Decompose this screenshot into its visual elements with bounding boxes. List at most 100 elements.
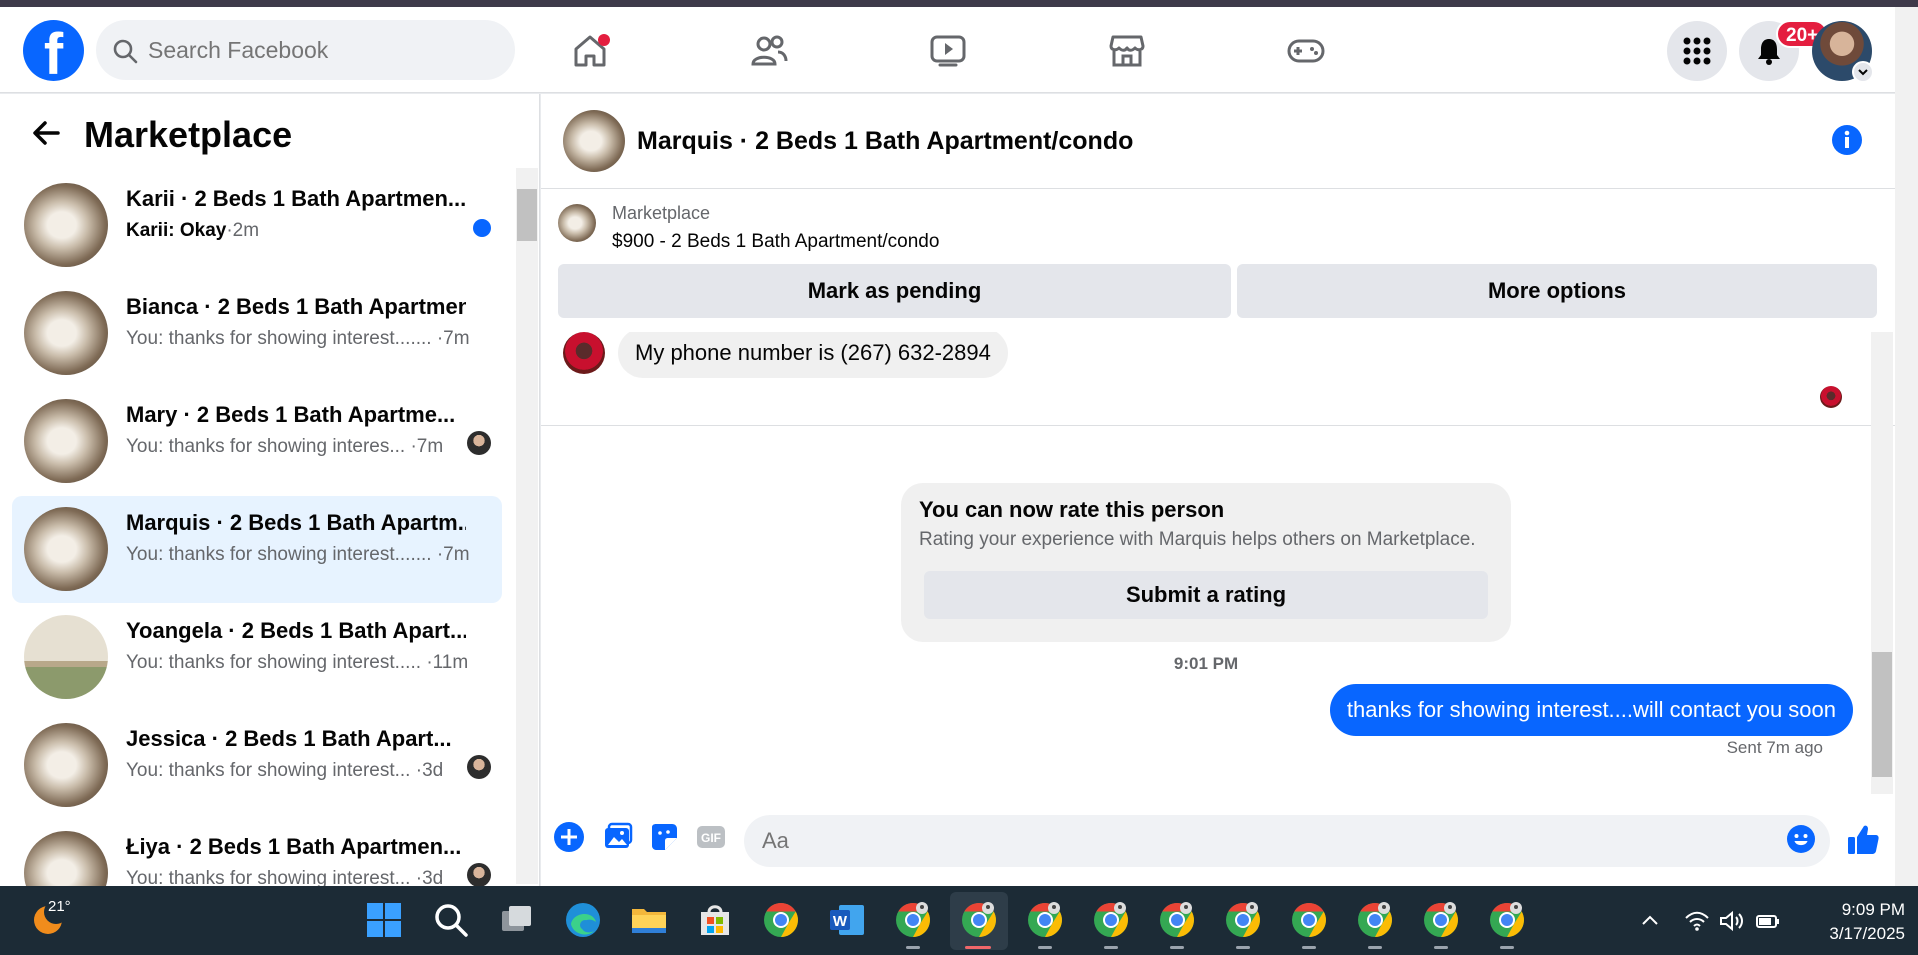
gaming-icon — [1287, 39, 1325, 63]
plus-icon[interactable] — [552, 820, 586, 854]
volume-icon[interactable] — [1719, 910, 1745, 932]
battery-icon[interactable] — [1755, 910, 1781, 932]
chevron-up-icon[interactable] — [1640, 911, 1660, 931]
preview-time: ·3d — [415, 868, 444, 886]
nav-friends[interactable] — [724, 22, 814, 80]
chat-scroll-thumb[interactable] — [1872, 652, 1892, 777]
message-timestamp: 9:01 PM — [1173, 654, 1239, 673]
chrome-profile-icon[interactable] — [1223, 900, 1263, 940]
preview-sender: Karii: — [126, 220, 175, 241]
taskbar-open-indicator — [1500, 946, 1514, 949]
preview-text: You: thanks for showing interest..... — [126, 652, 422, 673]
preview-text: You: thanks for showing interest....... — [126, 544, 432, 565]
conversation-title: Karii · 2 Beds 1 Bath Apartmen... — [126, 186, 466, 211]
chat-header: Marquis · 2 Beds 1 Bath Apartment/condo — [541, 94, 1895, 189]
preview-time: ·7m — [410, 436, 444, 457]
thumbs-up-icon[interactable] — [1845, 822, 1881, 858]
chrome-profile-icon[interactable] — [1355, 900, 1395, 940]
chrome-profile-icon[interactable] — [1091, 900, 1131, 940]
taskbar-open-indicator — [1104, 946, 1118, 949]
menu-button[interactable] — [1667, 21, 1727, 81]
sender-avatar — [563, 332, 605, 374]
message-thread: My phone number is (267) 632-2894 You ca… — [541, 332, 1871, 794]
search-icon[interactable] — [431, 900, 471, 940]
taskbar-open-indicator — [1038, 946, 1052, 949]
sidebar-scroll-thumb[interactable] — [517, 189, 537, 241]
rating-title: You can now rate this person — [919, 497, 1225, 522]
sidebar-scrollbar[interactable] — [516, 168, 538, 884]
sticker-icon[interactable] — [647, 820, 681, 854]
conversation-preview: You: thanks for showing interest..... ·1… — [126, 652, 496, 674]
account-menu-button[interactable] — [1852, 61, 1874, 83]
chrome-profile-icon[interactable] — [1421, 900, 1461, 940]
chat-avatar[interactable] — [563, 110, 625, 172]
chrome-profile-icon[interactable] — [959, 900, 999, 940]
read-receipt-avatar — [1820, 386, 1842, 408]
conversation-item[interactable]: Mary · 2 Beds 1 Bath Apartme... You: tha… — [12, 388, 502, 495]
search-input[interactable] — [148, 20, 498, 80]
listing-thumbnail[interactable] — [558, 204, 596, 242]
listing-thumbnail — [24, 723, 108, 807]
conversation-item[interactable]: Yoangela · 2 Beds 1 Bath Apart... You: t… — [12, 604, 502, 711]
rating-description: Rating your experience with Marquis help… — [919, 529, 1476, 550]
microsoft-store-icon[interactable] — [695, 900, 735, 940]
gif-icon[interactable]: GIF — [694, 820, 728, 854]
nav-gaming[interactable] — [1261, 22, 1351, 80]
listing-thumbnail — [24, 507, 108, 591]
conversation-item[interactable]: Łiya · 2 Beds 1 Bath Apartmen... You: th… — [12, 820, 502, 886]
chrome-profile-icon[interactable] — [1157, 900, 1197, 940]
seen-avatar — [467, 755, 491, 779]
preview-text: You: thanks for showing interes... — [126, 436, 406, 457]
word-icon[interactable]: W — [827, 900, 867, 940]
wifi-icon[interactable] — [1684, 910, 1710, 932]
taskbar-open-indicator — [1236, 946, 1250, 949]
clock-time[interactable]: 9:09 PM — [1831, 900, 1905, 920]
taskbar-open-indicator — [1368, 946, 1382, 949]
message-composer: GIF — [541, 794, 1895, 886]
chrome-profile-icon[interactable] — [1487, 900, 1527, 940]
nav-home[interactable] — [545, 22, 635, 80]
chrome-profile-icon[interactable] — [893, 900, 933, 940]
windows-start-icon[interactable] — [364, 900, 404, 940]
chevron-down-icon — [1858, 69, 1868, 76]
preview-text: You: thanks for showing interest... — [126, 868, 411, 886]
task-view-icon[interactable] — [497, 900, 537, 940]
conversation-title: Mary · 2 Beds 1 Bath Apartme... — [126, 402, 456, 427]
nav-marketplace[interactable] — [1082, 22, 1172, 80]
nav-watch[interactable] — [903, 22, 993, 80]
conversation-preview: You: thanks for showing interest... ·3d — [126, 868, 496, 886]
clock-date[interactable]: 3/17/2025 — [1811, 924, 1905, 944]
submit-rating-button[interactable]: Submit a rating — [924, 571, 1488, 619]
conversation-item[interactable]: Karii · 2 Beds 1 Bath Apartmen... Karii:… — [12, 172, 502, 279]
chat-title[interactable]: Marquis · 2 Beds 1 Bath Apartment/condo — [637, 127, 1133, 156]
marketplace-icon — [1109, 35, 1145, 67]
more-options-button[interactable]: More options — [1237, 264, 1877, 318]
chrome-icon[interactable] — [761, 900, 801, 940]
message-input[interactable] — [744, 815, 1830, 867]
conversation-item[interactable]: Jessica · 2 Beds 1 Bath Apart... You: th… — [12, 712, 502, 819]
conversation-preview: Karii: Okay·2m — [126, 220, 496, 242]
listing-price-title[interactable]: $900 - 2 Beds 1 Bath Apartment/condo — [612, 231, 939, 253]
conversation-title: Jessica · 2 Beds 1 Bath Apart... — [126, 726, 452, 751]
conversation-title: Łiya · 2 Beds 1 Bath Apartmen... — [126, 834, 462, 859]
back-arrow-icon[interactable] — [30, 116, 64, 150]
chrome-profile-icon[interactable] — [1025, 900, 1065, 940]
sent-status: Sent 7m ago — [1726, 738, 1823, 757]
search-box[interactable] — [96, 20, 515, 80]
preview-time: ·11m — [426, 652, 469, 673]
preview-text: Okay — [179, 220, 227, 241]
emoji-icon[interactable] — [1786, 824, 1816, 854]
taskbar-open-indicator — [1170, 946, 1184, 949]
page-scrollbar[interactable] — [1895, 7, 1918, 886]
edge-browser-icon[interactable] — [563, 900, 603, 940]
conversation-item[interactable]: Bianca · 2 Beds 1 Bath Apartmen... You: … — [12, 280, 502, 387]
chrome-icon[interactable] — [1289, 900, 1329, 940]
facebook-logo[interactable]: f — [23, 20, 84, 81]
conversation-preview: You: thanks for showing interest....... … — [126, 328, 496, 350]
mark-as-pending-button[interactable]: Mark as pending — [558, 264, 1231, 318]
conversation-item-active[interactable]: Marquis · 2 Beds 1 Bath Apartm... You: t… — [12, 496, 502, 603]
info-icon[interactable] — [1831, 124, 1863, 156]
file-explorer-icon[interactable] — [629, 900, 669, 940]
photo-icon[interactable] — [600, 820, 634, 854]
top-navigation-bar: f 20+ — [0, 7, 1895, 93]
